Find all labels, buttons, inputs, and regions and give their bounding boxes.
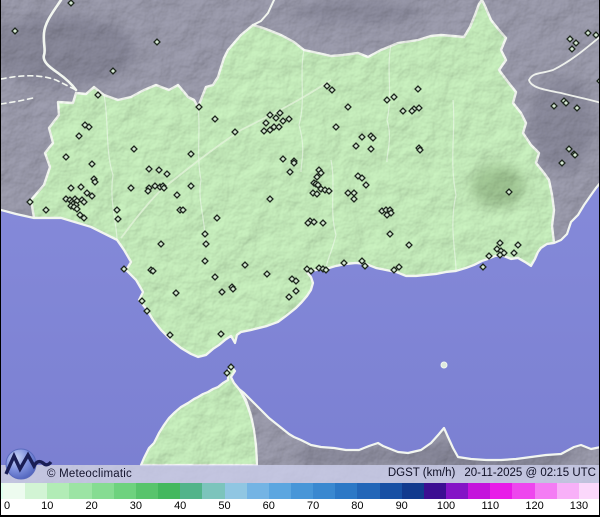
legend-block: [246, 483, 270, 499]
legend-tick-label: 130: [569, 500, 589, 512]
legend-block: [69, 483, 93, 499]
legend-block: [556, 483, 580, 499]
legend-block: [446, 483, 469, 499]
legend-tick-label: 20: [85, 500, 98, 512]
legend-tick-label: 90: [395, 500, 408, 512]
legend-tick-label: 30: [129, 500, 143, 512]
legend-block: [202, 483, 225, 499]
legend-tick-label: 60: [262, 500, 275, 512]
alboran-island: [440, 361, 448, 369]
legend-block: [357, 483, 381, 499]
status-bar: © Meteoclimatic DGST (km/h) 20-11-2025 @…: [1, 465, 599, 483]
legend-block: [423, 483, 447, 499]
legend-tick-label: 80: [351, 500, 364, 512]
copyright-label: © Meteoclimatic: [47, 468, 132, 480]
legend-tick-label: 100: [436, 500, 456, 512]
legend-block: [468, 483, 491, 499]
legend-block: [224, 483, 248, 499]
legend-block: [135, 483, 159, 499]
timestamp-label: 20-11-2025 @ 02:15 UTC: [464, 467, 596, 479]
legend-color-scale: [1, 483, 599, 499]
legend-block: [313, 483, 336, 499]
legend-tick-strip: 0 10 20 30 40 50 60 70 80 90 100 110 120 130: [1, 499, 599, 515]
product-label: DGST (km/h): [387, 467, 456, 479]
legend-block: [379, 483, 403, 499]
legend-block: [512, 483, 536, 499]
legend-tick-label: 70: [306, 500, 320, 512]
map-caption: DGST (km/h) 20-11-2025 @ 02:15 UTC: [388, 467, 596, 479]
meteoclimatic-logo: [4, 448, 53, 480]
legend-tick-label: 50: [218, 500, 231, 512]
legend-block: [534, 483, 558, 499]
legend-block: [335, 483, 358, 499]
legend-block: [268, 483, 292, 499]
legend-block: [158, 483, 181, 499]
legend-tick-label: 10: [41, 500, 54, 512]
legend-tick-label: 0: [3, 500, 11, 512]
legend-block: [401, 483, 425, 499]
dark-terrain-patch: [471, 165, 525, 207]
legend-block: [113, 483, 137, 499]
legend-block: [91, 483, 115, 499]
legend-tick-label: 110: [481, 500, 500, 512]
map-canvas: [1, 0, 599, 515]
weather-map-screenshot: © Meteoclimatic DGST (km/h) 20-11-2025 @…: [0, 0, 600, 517]
legend-block: [490, 483, 513, 499]
legend-block: [290, 483, 314, 499]
legend-block: [180, 483, 203, 499]
legend-block: [578, 483, 599, 499]
legend-tick-label: 120: [525, 500, 544, 512]
legend-tick-label: 40: [174, 500, 187, 512]
